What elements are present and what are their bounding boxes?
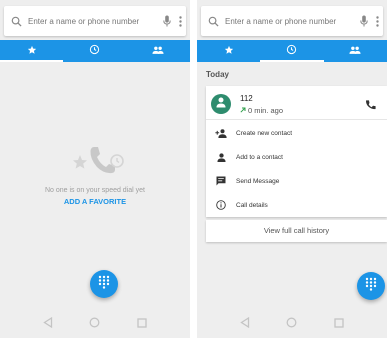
more-options-icon[interactable] [174,15,186,27]
call-number: 112 [240,94,253,103]
speed-dial-screen: Enter a name or phone number No one is o… [0,0,190,338]
tab-recents[interactable] [260,40,324,62]
dialpad-icon [98,275,110,294]
info-icon [206,200,236,210]
recents-icon[interactable] [137,315,147,333]
back-icon[interactable] [43,315,53,333]
tab-speed-dial[interactable] [0,40,64,62]
search-placeholder[interactable]: Enter a name or phone number [28,17,160,26]
outgoing-call-icon [240,106,246,115]
create-contact-action[interactable]: Create new contact [206,121,387,145]
call-log-entry[interactable]: 112 0 min. ago [206,86,387,120]
people-icon [152,42,164,60]
star-icon [27,42,37,60]
search-icon [4,16,28,27]
star-icon [224,42,234,60]
mic-icon[interactable] [357,15,371,27]
tab-bar [197,40,387,62]
back-icon[interactable] [240,315,250,333]
section-header: Today [206,70,229,79]
people-icon [349,42,361,60]
clock-icon [89,42,100,60]
recents-screen: Enter a name or phone number Today 112 0… [197,0,387,338]
action-label: Add to a contact [236,153,283,161]
tab-contacts[interactable] [127,40,190,62]
empty-state-message: No one is on your speed dial yet [44,187,145,194]
add-contact-icon [206,128,236,138]
avatar [211,94,231,114]
add-to-contact-action[interactable]: Add to a contact [206,145,387,169]
tab-contacts[interactable] [324,40,387,62]
navigation-bar [197,310,387,338]
action-label: Create new contact [236,129,293,137]
more-options-icon[interactable] [371,15,383,27]
dialpad-button[interactable] [357,272,385,300]
search-icon [201,16,225,27]
person-icon [206,152,236,162]
recents-icon[interactable] [334,315,344,333]
dialpad-button[interactable] [90,270,118,298]
add-favorite-link[interactable]: ADD A FAVORITE [0,197,190,206]
call-time-row: 0 min. ago [240,106,283,115]
call-details-action[interactable]: Call details [206,193,387,217]
action-label: Call details [236,201,268,209]
home-icon[interactable] [89,315,100,333]
clock-icon [286,42,297,60]
tab-bar [0,40,190,62]
speed-dial-empty-illustration [72,145,124,175]
call-log-card: 112 0 min. ago Create new contact Add to… [206,86,387,217]
mic-icon[interactable] [160,15,174,27]
message-icon [206,176,236,186]
send-message-action[interactable]: Send Message [206,169,387,193]
navigation-bar [0,310,190,338]
call-time: 0 min. ago [248,106,284,115]
dialpad-icon [365,277,377,296]
tab-recents[interactable] [63,40,126,62]
person-icon [216,95,226,113]
phone-icon[interactable] [366,97,376,115]
action-label: Send Message [236,177,280,185]
tab-speed-dial[interactable] [197,40,260,62]
home-icon[interactable] [286,315,297,333]
search-bar[interactable]: Enter a name or phone number [201,6,383,36]
search-placeholder[interactable]: Enter a name or phone number [225,17,357,26]
view-call-history-button[interactable]: View full call history [206,220,387,242]
search-bar[interactable]: Enter a name or phone number [4,6,186,36]
